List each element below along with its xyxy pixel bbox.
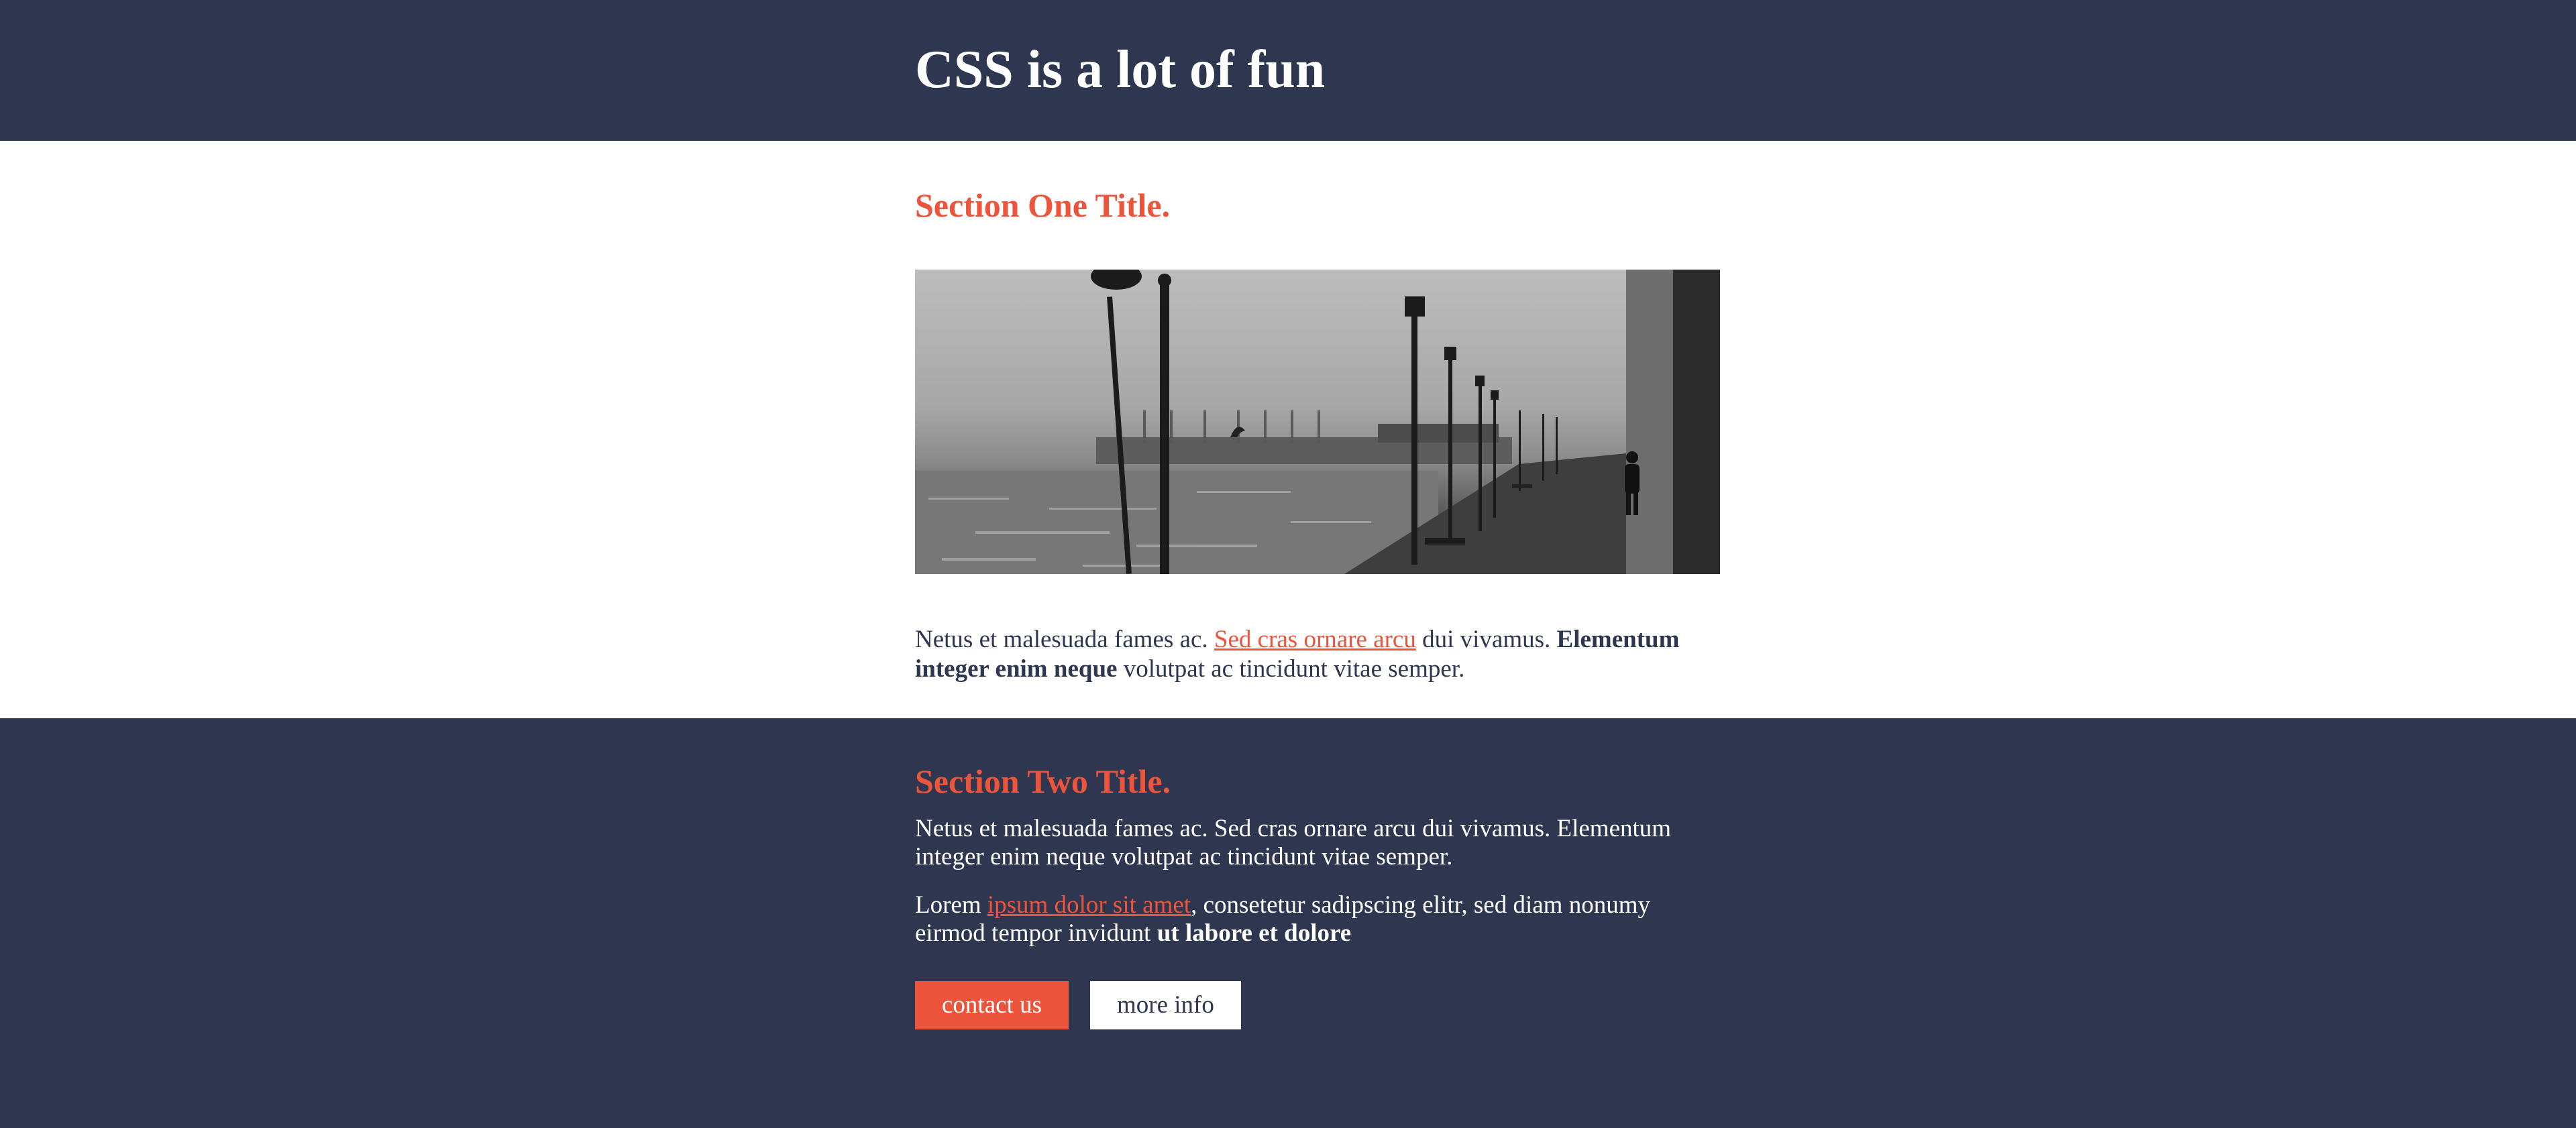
paragraph-bold-text: ut labore et dolore [1157, 919, 1352, 947]
section-two: Section Two Title. Netus et malesuada fa… [0, 718, 2576, 1128]
section-one-title: Section One Title. [915, 186, 1171, 224]
paragraph-text: Lorem [915, 891, 987, 919]
section-one-paragraph: Netus et malesuada fames ac. Sed cras or… [915, 625, 1720, 684]
section-two-title: Section Two Title. [915, 763, 1171, 800]
page-title: CSS is a lot of fun [915, 40, 1326, 99]
more-info-button[interactable]: more info [1089, 981, 1241, 1029]
contact-us-button[interactable]: contact us [915, 981, 1069, 1029]
section-one: Section One Title. Netus et malesuada fa… [0, 141, 2576, 718]
sed-cras-link[interactable]: Sed cras ornare arcu [1214, 626, 1416, 653]
foggy-promenade-photo [915, 270, 1720, 574]
section-two-paragraph-2: Lorem ipsum dolor sit amet, consetetur s… [915, 891, 1720, 948]
ipsum-dolor-link[interactable]: ipsum dolor sit amet [987, 891, 1191, 919]
paragraph-text: Netus et malesuada fames ac. [915, 626, 1214, 653]
button-group: contact us more info [915, 981, 1720, 1029]
paragraph-text: volutpat ac tincidunt vitae semper. [1117, 655, 1465, 683]
paragraph-text: dui vivamus. [1415, 626, 1557, 653]
site-header: CSS is a lot of fun [0, 0, 2576, 141]
section-two-paragraph-1: Netus et malesuada fames ac. Sed cras or… [915, 815, 1672, 870]
